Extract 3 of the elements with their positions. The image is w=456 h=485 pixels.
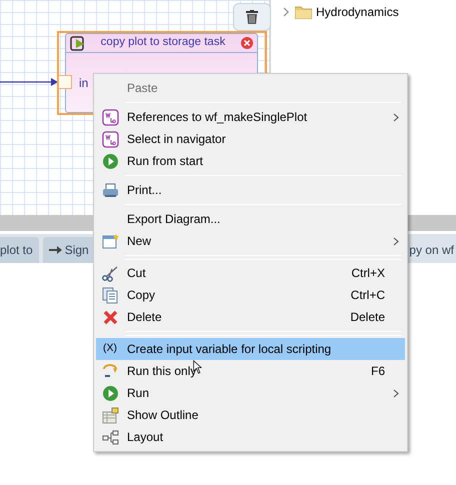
node-title: copy plot to storage task (100, 35, 226, 50)
port-label: in (79, 75, 88, 92)
variable-icon: (X) (103, 341, 117, 357)
